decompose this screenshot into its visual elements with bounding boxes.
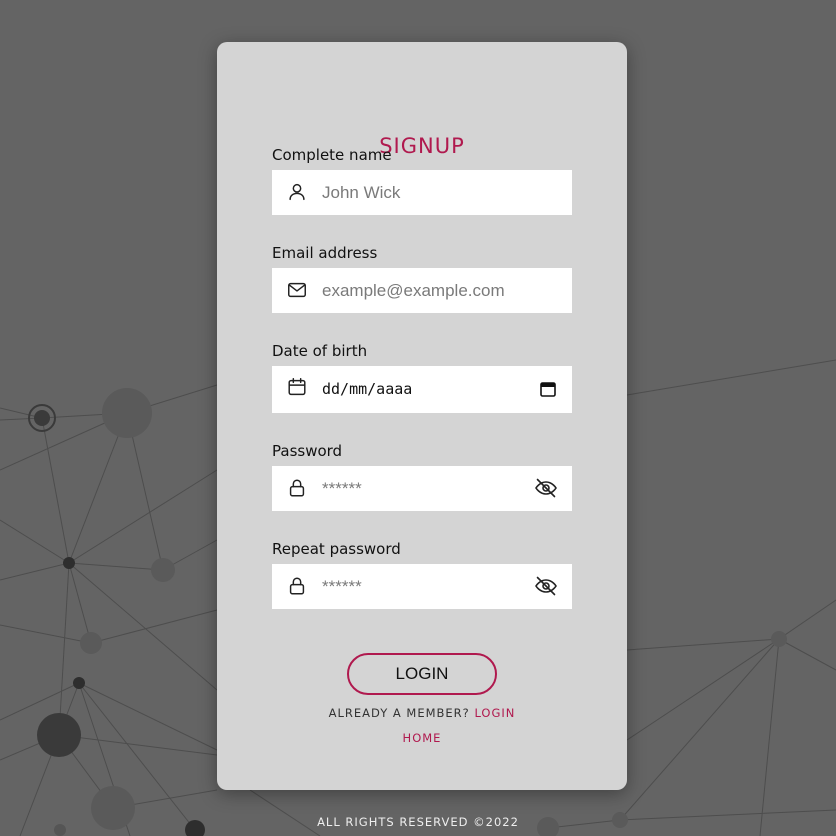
name-label: Complete name — [272, 146, 392, 164]
envelope-icon — [288, 282, 306, 298]
name-field-wrapper — [272, 170, 572, 215]
home-link[interactable]: HOME — [217, 731, 627, 745]
password-input[interactable] — [322, 466, 522, 511]
calendar-icon — [288, 378, 306, 396]
user-icon — [289, 183, 305, 201]
eye-off-icon[interactable] — [534, 574, 558, 598]
name-input[interactable] — [322, 170, 522, 215]
login-button[interactable]: LOGIN — [347, 653, 497, 695]
dob-field-wrapper[interactable]: dd/mm/aaaa — [272, 366, 572, 413]
footer-copyright: ALL RIGHTS RESERVED ©2022 — [317, 815, 519, 829]
calendar-picker-icon[interactable] — [540, 381, 556, 397]
lock-icon — [289, 577, 305, 595]
repeat-password-label: Repeat password — [272, 540, 401, 558]
repeat-password-input[interactable] — [322, 564, 522, 609]
already-member-line: ALREADY A MEMBER? LOGIN — [217, 706, 627, 720]
password-label: Password — [272, 442, 343, 460]
email-label: Email address — [272, 244, 378, 262]
repeat-password-field-wrapper — [272, 564, 572, 609]
signup-card: SIGNUP Complete name Email address Date … — [217, 42, 627, 790]
password-field-wrapper — [272, 466, 572, 511]
email-field-wrapper — [272, 268, 572, 313]
lock-icon — [289, 479, 305, 497]
login-link[interactable]: LOGIN — [474, 706, 515, 720]
already-member-text: ALREADY A MEMBER? — [328, 706, 470, 720]
eye-off-icon[interactable] — [534, 476, 558, 500]
dob-input[interactable]: dd/mm/aaaa — [322, 366, 412, 413]
email-input[interactable] — [322, 268, 562, 313]
dob-label: Date of birth — [272, 342, 368, 360]
